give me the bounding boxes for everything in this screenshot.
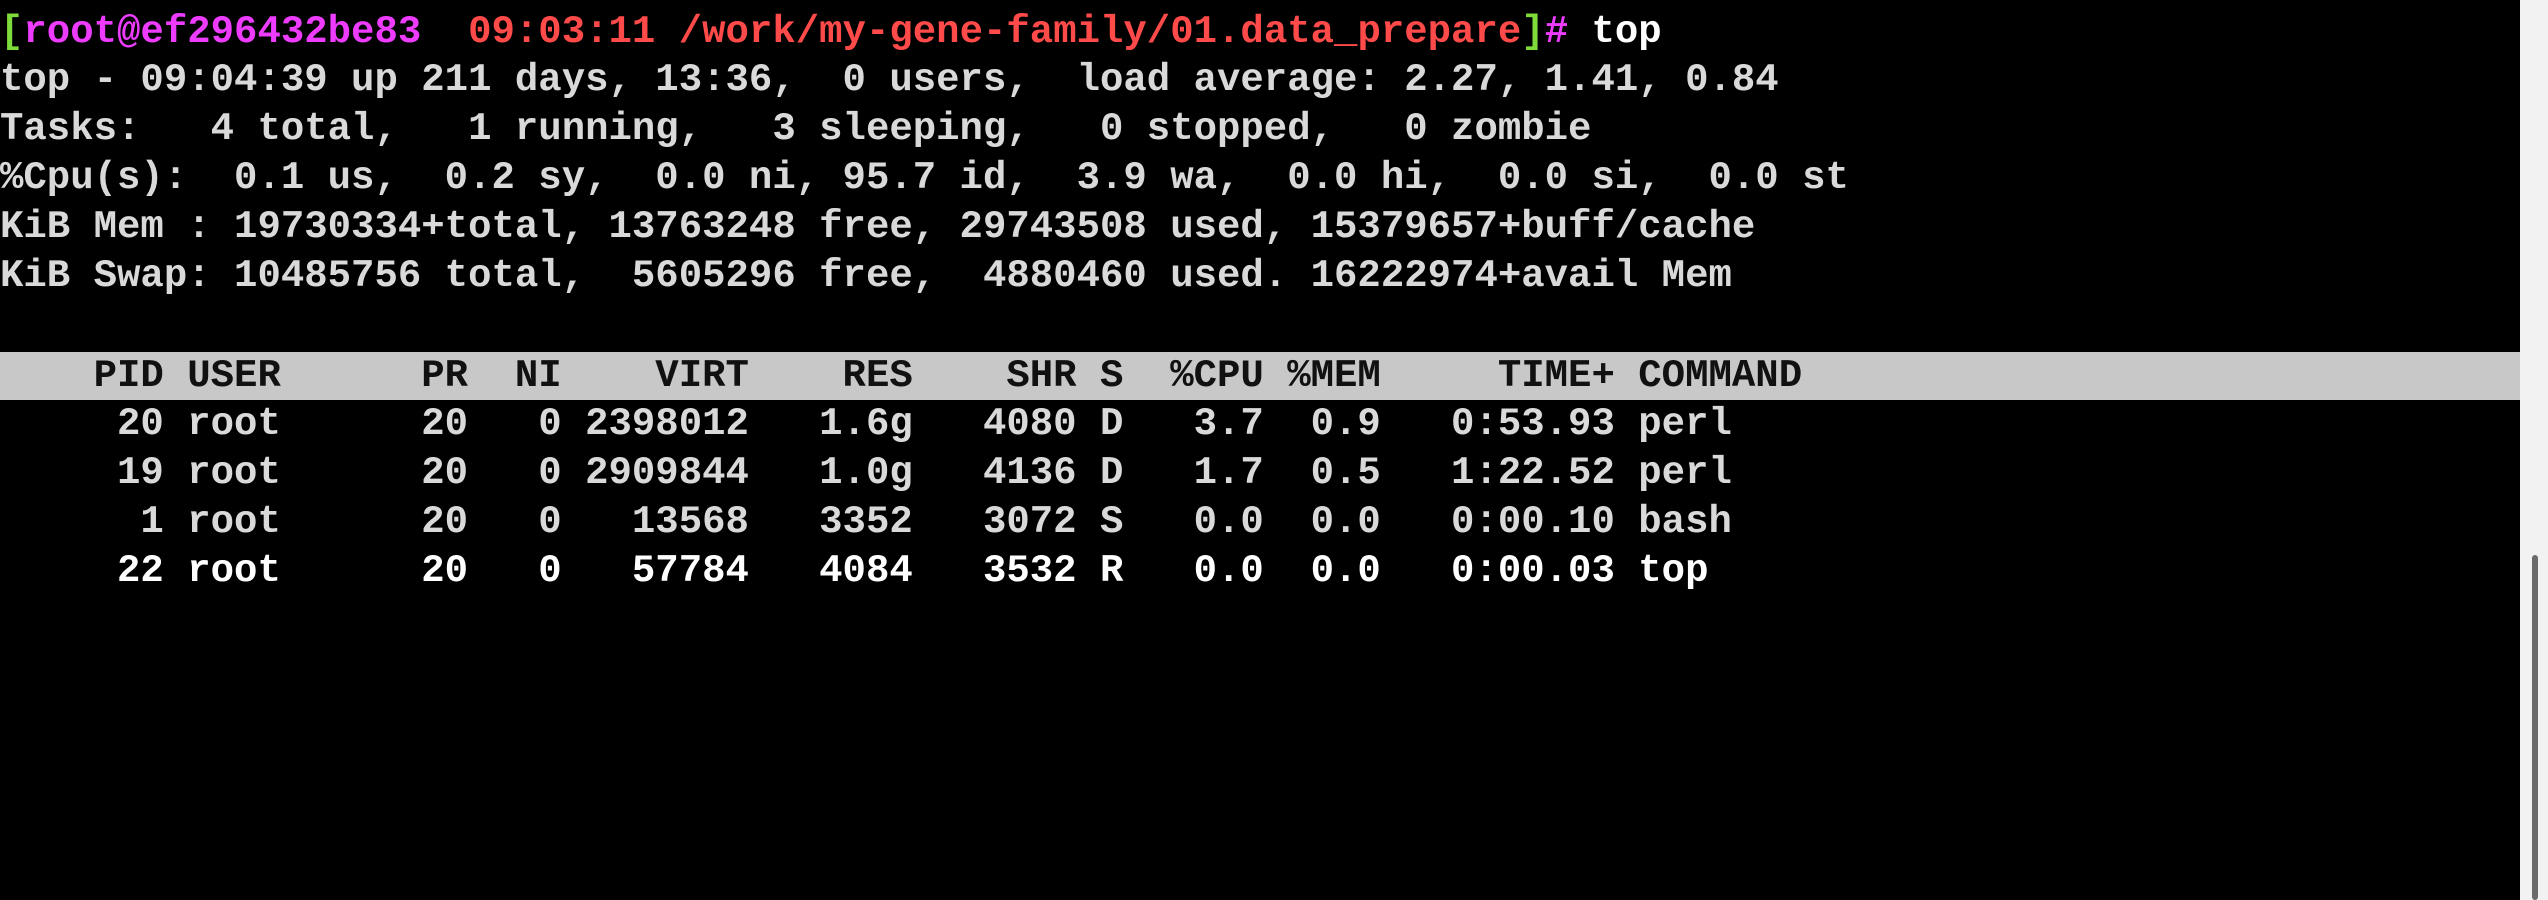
vertical-scrollbar[interactable] bbox=[2520, 0, 2548, 900]
process-row-current: 22 root 20 0 57784 4084 3532 R 0.0 0.0 0… bbox=[0, 549, 1709, 593]
scrollbar-thumb[interactable] bbox=[2532, 555, 2538, 900]
top-uptime-line: top - 09:04:39 up 211 days, 13:36, 0 use… bbox=[0, 58, 1779, 102]
terminal-window[interactable]: [root@ef296432be83 09:03:11 /work/my-gen… bbox=[0, 0, 2520, 900]
shell-prompt-line: [root@ef296432be83 09:03:11 /work/my-gen… bbox=[0, 8, 1662, 57]
prompt-user-host: root@ef296432be83 bbox=[23, 10, 422, 54]
top-swap-line: KiB Swap: 10485756 total, 5605296 free, … bbox=[0, 254, 1732, 298]
process-row: 1 root 20 0 13568 3352 3072 S 0.0 0.0 0:… bbox=[0, 500, 1732, 544]
prompt-path: /work/my-gene-family/01.data_prepare bbox=[678, 10, 1522, 54]
process-row: 19 root 20 0 2909844 1.0g 4136 D 1.7 0.5… bbox=[0, 451, 1732, 495]
process-table-header-text: PID USER PR NI VIRT RES SHR S %CPU %MEM … bbox=[0, 354, 1803, 398]
process-table-header: PID USER PR NI VIRT RES SHR S %CPU %MEM … bbox=[0, 352, 2520, 400]
top-cpu-line: %Cpu(s): 0.1 us, 0.2 sy, 0.0 ni, 95.7 id… bbox=[0, 156, 1849, 200]
process-row: 20 root 20 0 2398012 1.6g 4080 D 3.7 0.9… bbox=[0, 402, 1732, 446]
prompt-open-bracket: [ bbox=[0, 10, 24, 54]
top-mem-line: KiB Mem : 19730334+total, 13763248 free,… bbox=[0, 205, 1756, 249]
top-tasks-line: Tasks: 4 total, 1 running, 3 sleeping, 0… bbox=[0, 107, 1592, 151]
prompt-close-bracket: ] bbox=[1521, 10, 1545, 54]
prompt-time: 09:03:11 bbox=[468, 10, 656, 54]
prompt-command: top bbox=[1568, 10, 1662, 54]
prompt-symbol: # bbox=[1544, 10, 1569, 54]
